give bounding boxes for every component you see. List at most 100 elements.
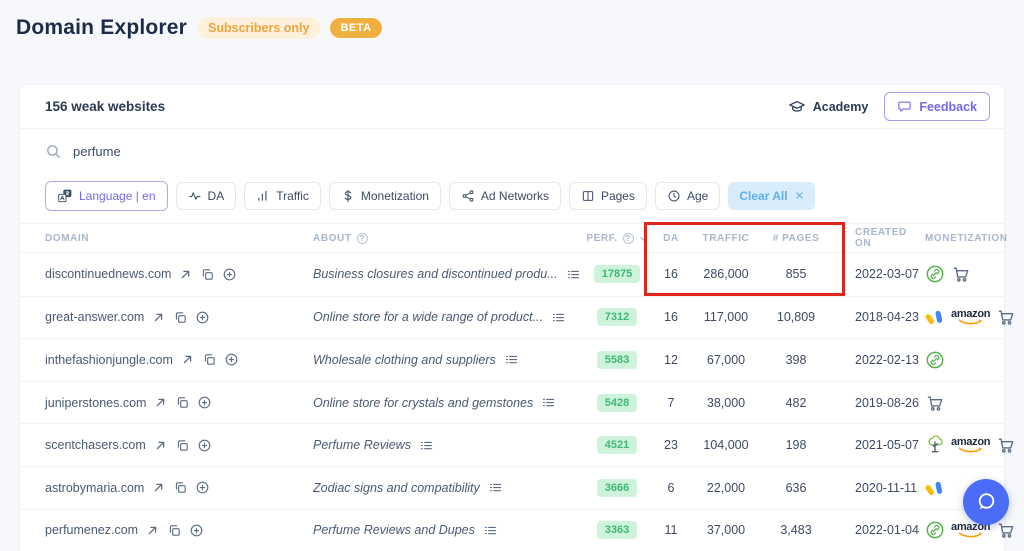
domain-link[interactable]: scentchasers.com [45, 438, 146, 452]
filter-ad-networks[interactable]: Ad Networks [448, 181, 561, 210]
da-cell: 7 [667, 395, 675, 410]
table-body: discontinuednews.com Business closures an… [20, 253, 1014, 551]
table-row: great-answer.com Online store for a wide … [20, 295, 1014, 339]
traffic-cell: 117,000 [703, 310, 749, 325]
about-cell: Online store for a wide range of product… [313, 310, 583, 325]
copy-icon[interactable] [173, 310, 188, 325]
clear-all-filters-button[interactable]: Clear All [728, 181, 815, 210]
table-row: scentchasers.com Perfume Reviews 4521 23 104… [20, 423, 1014, 466]
col-header-da: DA [663, 232, 679, 244]
language-icon [58, 189, 72, 202]
about-text: Perfume Reviews and Dupes [313, 523, 475, 538]
traffic-cell: 38,000 [706, 395, 746, 410]
pages-cell: 3,483 [780, 523, 812, 538]
plus-circle-icon[interactable] [197, 438, 212, 453]
feedback-button[interactable]: Feedback [884, 92, 990, 121]
external-link-icon[interactable] [178, 267, 193, 282]
external-link-icon[interactable] [153, 395, 168, 410]
da-cell: 12 [664, 352, 678, 367]
affiliate-link-icon [925, 350, 945, 370]
external-link-icon[interactable] [145, 523, 160, 538]
external-link-icon[interactable] [151, 310, 166, 325]
search-icon [47, 145, 60, 158]
external-link-icon[interactable] [153, 438, 168, 453]
list-icon[interactable] [541, 395, 556, 410]
chat-widget-button[interactable] [963, 479, 1009, 525]
beta-badge: BETA [330, 18, 382, 38]
plus-circle-icon[interactable] [224, 352, 239, 367]
table-row: discontinuednews.com Business closures an… [20, 253, 1004, 296]
domain-link[interactable]: perfumenez.com [45, 523, 138, 537]
filter-language[interactable]: Language | en [45, 180, 168, 211]
list-icon[interactable] [566, 267, 581, 282]
about-text: Online store for a wide range of product… [313, 310, 543, 325]
cart-icon [996, 307, 1016, 327]
chat-bubble-icon [898, 101, 912, 112]
filter-monetization[interactable]: Monetization [328, 181, 441, 210]
book-icon [582, 190, 594, 201]
filter-pages[interactable]: Pages [568, 181, 647, 210]
copy-icon[interactable] [202, 352, 217, 367]
monetization-cell: amazon [925, 520, 1016, 540]
plus-circle-icon[interactable] [195, 310, 210, 325]
results-count: 156 weak websites [45, 99, 166, 114]
filter-da[interactable]: DA [175, 181, 237, 210]
table-row: juniperstones.com Online store for crysta… [20, 380, 1004, 424]
search-bar [20, 129, 1004, 174]
pages-cell: 398 [785, 352, 807, 367]
chevron-down-icon [639, 236, 647, 241]
list-icon[interactable] [488, 480, 503, 495]
col-header-pages: # PAGES [772, 232, 820, 244]
domain-link[interactable]: inthefashionjungle.com [45, 353, 173, 367]
plus-circle-icon[interactable] [222, 267, 237, 282]
cart-icon [996, 520, 1016, 540]
filter-age[interactable]: Age [654, 181, 721, 210]
list-icon[interactable] [419, 438, 434, 453]
pages-cell: 10,809 [776, 310, 816, 325]
external-link-icon[interactable] [180, 352, 195, 367]
pages-cell: 198 [785, 438, 807, 453]
amazon-logo-icon: amazon [951, 437, 990, 453]
list-icon[interactable] [483, 523, 498, 538]
about-cell: Business closures and discontinued produ… [313, 267, 583, 282]
col-header-perf[interactable]: PERF. [583, 232, 651, 244]
copy-icon[interactable] [200, 267, 215, 282]
perf-cell: 7312 [583, 308, 651, 327]
created-on-cell: 2021-05-07 [855, 438, 919, 453]
plus-circle-icon[interactable] [197, 395, 212, 410]
external-link-icon[interactable] [151, 480, 166, 495]
plus-circle-icon[interactable] [189, 523, 204, 538]
copy-icon[interactable] [167, 523, 182, 538]
pages-cell: 482 [785, 395, 807, 410]
perf-cell: 5428 [583, 393, 651, 412]
panel-actions: Academy Feedback [788, 92, 990, 121]
table-header-row: DOMAIN ABOUT PERF. DA TRAFFIC # PAGES CR… [20, 223, 1007, 253]
search-input[interactable] [73, 144, 473, 159]
academy-link[interactable]: Academy [788, 98, 868, 116]
copy-icon[interactable] [175, 395, 190, 410]
copy-icon[interactable] [175, 438, 190, 453]
plus-circle-icon[interactable] [195, 480, 210, 495]
about-text: Business closures and discontinued produ… [313, 267, 558, 282]
cart-icon [925, 393, 945, 413]
list-icon[interactable] [504, 352, 519, 367]
filters-bar: Language | en DA Traffic Monetization Ad… [20, 174, 1004, 223]
traffic-cell: 104,000 [703, 438, 749, 453]
filter-pages-label: Pages [600, 188, 635, 203]
help-icon [356, 232, 368, 244]
list-icon[interactable] [551, 310, 566, 325]
domain-link[interactable]: juniperstones.com [45, 396, 146, 410]
about-text: Zodiac signs and compatibility [313, 480, 480, 495]
filter-traffic[interactable]: Traffic [244, 181, 321, 210]
subscribers-only-badge: Subscribers only [197, 17, 321, 39]
domain-cell: inthefashionjungle.com [45, 352, 313, 367]
perf-cell: 4521 [583, 436, 651, 455]
domain-link[interactable]: astrobymaria.com [45, 481, 144, 495]
copy-icon[interactable] [173, 480, 188, 495]
domain-link[interactable]: great-answer.com [45, 310, 144, 324]
domain-link[interactable]: discontinuednews.com [45, 267, 171, 281]
perf-badge: 17875 [593, 265, 641, 284]
close-icon [795, 192, 803, 199]
about-text: Online store for crystals and gemstones [313, 395, 534, 410]
perf-cell: 3363 [583, 521, 651, 540]
